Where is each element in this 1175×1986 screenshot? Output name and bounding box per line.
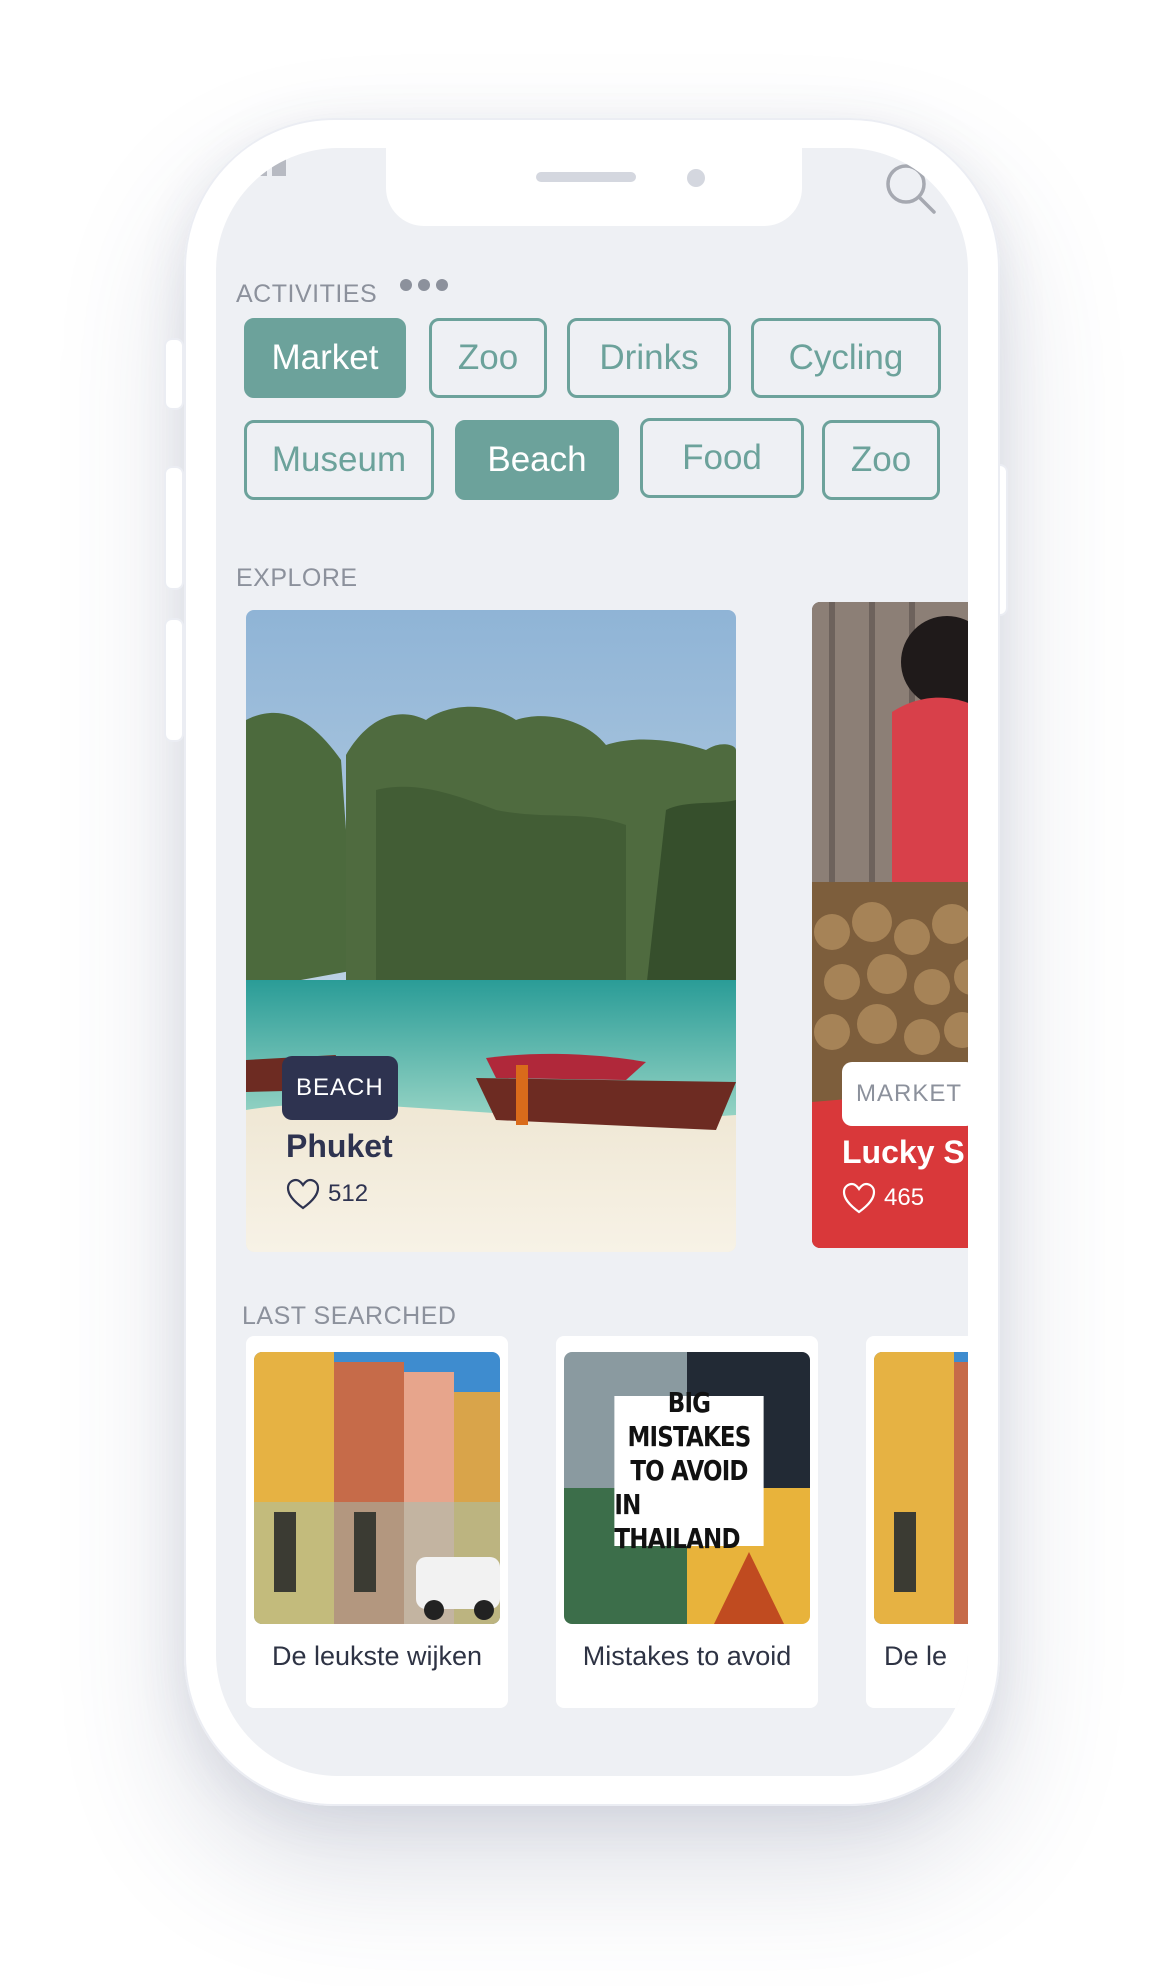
last-searched-label: De le — [884, 1641, 948, 1671]
chip-zoo[interactable]: Zoo — [429, 318, 547, 398]
side-button-volume-down — [164, 618, 184, 742]
notch — [386, 148, 802, 226]
thailand-collage: BIG MISTAKES TO AVOID IN THAILAND — [564, 1352, 810, 1624]
headline-line: TO AVOID — [630, 1454, 748, 1487]
thumbnail-headline: BIG MISTAKES TO AVOID IN THAILAND — [614, 1386, 764, 1555]
explore-heading: EXPLORE — [236, 564, 358, 592]
phone-screen: ACTIVITIES Market Zoo Drinks Cycling Mus… — [216, 148, 968, 1776]
camera — [687, 169, 705, 187]
chip-beach[interactable]: Beach — [455, 420, 619, 500]
last-searched-heading: LAST SEARCHED — [242, 1302, 457, 1330]
category-badge: MARKET — [842, 1062, 968, 1126]
side-button-volume-up — [164, 466, 184, 590]
last-searched-card[interactable]: De le — [866, 1336, 968, 1708]
likes-count: 512 — [328, 1180, 369, 1207]
heart-icon[interactable] — [842, 1182, 876, 1214]
headline-line: BIG — [667, 1386, 711, 1419]
category-badge: BEACH — [282, 1056, 398, 1120]
chip-drinks[interactable]: Drinks — [567, 318, 731, 398]
mockup-stage: ACTIVITIES Market Zoo Drinks Cycling Mus… — [0, 0, 1175, 1986]
likes[interactable]: 512 — [286, 1178, 368, 1210]
likes-count: 465 — [884, 1184, 925, 1211]
chip-museum[interactable]: Museum — [244, 420, 434, 500]
last-searched-label: De leukste wijken — [271, 1641, 483, 1671]
last-searched-card[interactable]: BIG MISTAKES TO AVOID IN THAILAND Mistak… — [556, 1336, 818, 1708]
explore-card-phuket[interactable]: BEACH Phuket 512 — [246, 610, 736, 1252]
last-searched-card[interactable]: De leukste wijken — [246, 1336, 508, 1708]
likes[interactable]: 465 — [842, 1182, 924, 1214]
side-button-mute — [164, 338, 184, 410]
card-title: Lucky S — [842, 1134, 965, 1170]
chip-market[interactable]: Market — [244, 318, 406, 398]
street-photo — [874, 1352, 968, 1624]
card-title: Phuket — [286, 1128, 393, 1164]
more-dots-icon[interactable] — [400, 279, 448, 291]
chip-food[interactable]: Food — [640, 418, 804, 498]
chip-cycling[interactable]: Cycling — [751, 318, 941, 398]
activities-heading: ACTIVITIES — [236, 280, 378, 308]
headline-line: MISTAKES — [627, 1420, 751, 1453]
street-photo — [254, 1352, 500, 1624]
speaker — [536, 172, 636, 182]
search-icon[interactable] — [882, 160, 940, 218]
explore-card-lucky[interactable]: MARKET Lucky S 465 — [812, 602, 968, 1248]
last-searched-label: Mistakes to avoid — [582, 1641, 792, 1671]
signal-icon — [236, 158, 286, 176]
headline-line: IN THAILAND — [614, 1488, 740, 1555]
chip-zoo-2[interactable]: Zoo — [822, 420, 940, 500]
heart-icon[interactable] — [286, 1178, 320, 1210]
